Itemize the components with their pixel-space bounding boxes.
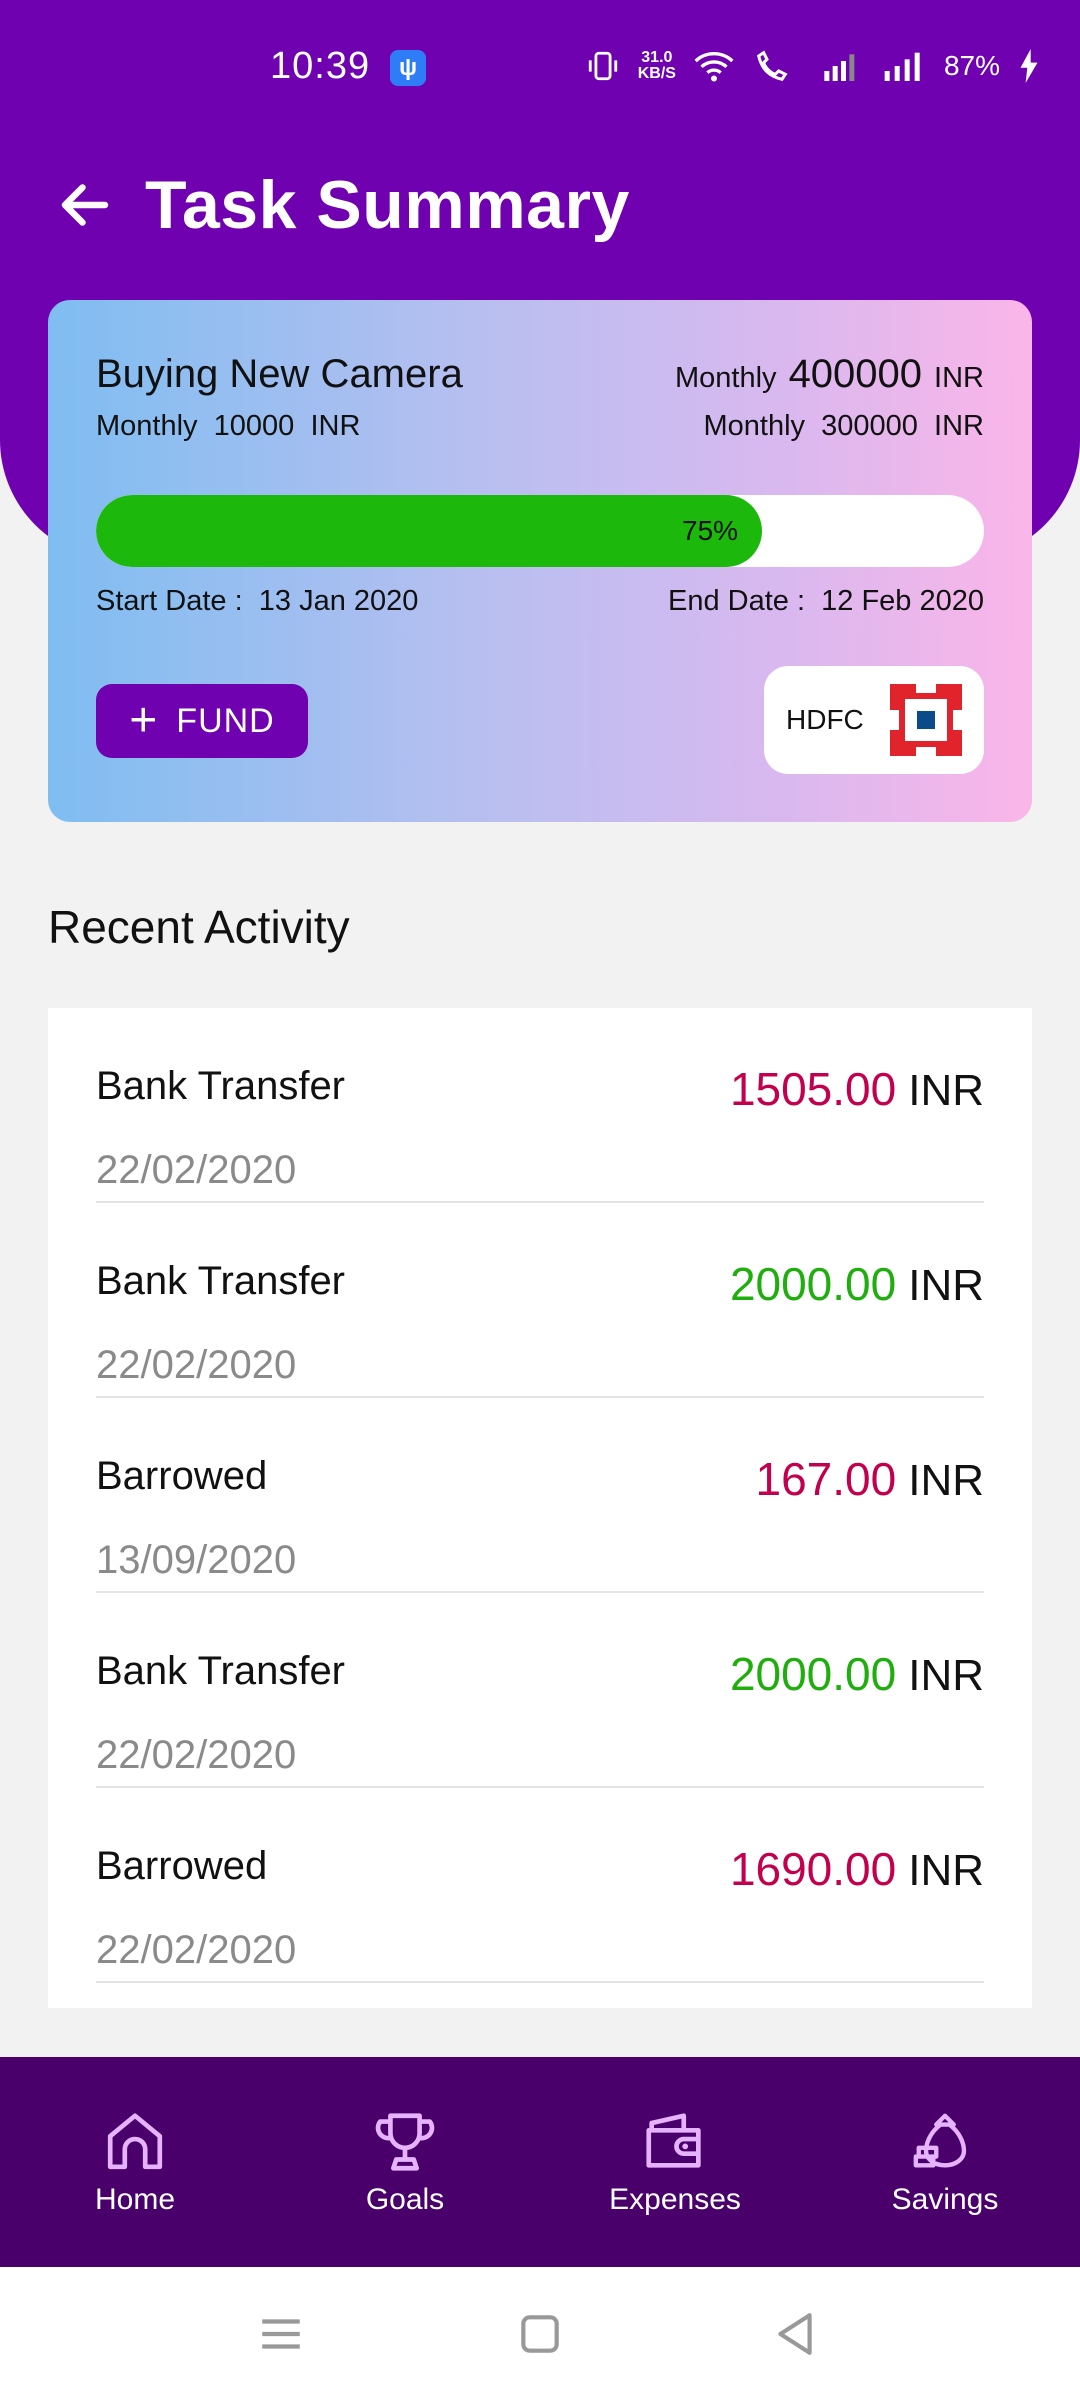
task-monthly-amount: Monthly 10000 INR — [96, 410, 361, 442]
progress-bar: 75% — [96, 495, 984, 567]
nav-item-goals[interactable]: Goals — [270, 2057, 540, 2267]
activity-date: 13/09/2020 — [96, 1538, 297, 1582]
wifi-icon — [694, 52, 734, 82]
nav-item-savings[interactable]: Savings — [810, 2057, 1080, 2267]
activity-row[interactable]: Barrowed 13/09/2020 167.00 INR — [96, 1398, 984, 1593]
activity-row[interactable]: Bank Transfer 22/02/2020 1505.00 INR — [96, 1008, 984, 1203]
home-icon — [107, 2113, 163, 2170]
activity-amount: 2000.00 INR — [729, 1648, 984, 1700]
trophy-icon — [375, 2113, 435, 2171]
activity-row[interactable]: Barrowed 22/02/2020 1690.00 INR — [96, 1788, 984, 1983]
back-arrow-icon[interactable] — [55, 175, 115, 235]
task-saved-amount: Monthly 300000 INR — [703, 410, 984, 442]
fund-button[interactable]: + FUND — [96, 684, 308, 758]
vibrate-icon — [588, 51, 617, 81]
status-time: 10:39 — [270, 45, 371, 87]
nav-item-home[interactable]: Home — [0, 2057, 270, 2267]
recent-activity-list: Bank Transfer 22/02/2020 1505.00 INR Ban… — [48, 1008, 1032, 2008]
status-icons: 31.0 KB/S 87% — [586, 44, 1040, 88]
bank-name: HDFC — [786, 704, 864, 735]
hdfc-logo-icon — [890, 684, 962, 756]
activity-date: 22/02/2020 — [96, 1928, 297, 1972]
title-row: Task Summary — [55, 160, 630, 250]
plus-icon: + — [129, 694, 159, 747]
end-date: End Date : 12 Feb 2020 — [667, 585, 984, 617]
activity-title: Bank Transfer — [96, 1064, 346, 1108]
activity-date: 22/02/2020 — [96, 1343, 297, 1387]
activity-amount: 167.00 INR — [755, 1453, 984, 1505]
bottom-nav: Home Goals Expenses Savings — [0, 2057, 1080, 2267]
activity-title: Barrowed — [96, 1844, 268, 1888]
usb-icon: ψ — [390, 50, 426, 86]
activity-amount: 1690.00 INR — [729, 1843, 984, 1895]
charging-icon — [1020, 49, 1038, 83]
battery-level: 87% — [943, 50, 1000, 81]
bank-chip[interactable]: HDFC — [764, 666, 984, 774]
start-date: Start Date : 13 Jan 2020 — [96, 585, 419, 617]
system-nav-bar — [0, 2267, 1080, 2400]
signal-icon-2 — [884, 52, 920, 81]
fund-button-label: FUND — [176, 701, 275, 740]
activity-row[interactable]: Bank Transfer 22/02/2020 2000.00 INR — [96, 1593, 984, 1788]
activity-amount: 2000.00 INR — [729, 1258, 984, 1310]
activity-amount: 1505.00 INR — [729, 1063, 984, 1115]
recent-apps-icon[interactable] — [256, 2309, 306, 2359]
activity-title: Barrowed — [96, 1454, 268, 1498]
back-button-icon[interactable] — [770, 2309, 820, 2359]
nav-item-expenses[interactable]: Expenses — [540, 2057, 810, 2267]
signal-icon-1 — [824, 54, 855, 81]
status-bar: 10:39 ψ 31.0 KB/S 87% — [0, 0, 1080, 130]
activity-title: Bank Transfer — [96, 1649, 346, 1693]
activity-title: Bank Transfer — [96, 1259, 346, 1303]
wallet-icon — [646, 2113, 701, 2168]
task-card[interactable]: Buying New Camera Monthly 10000 INR Mont… — [48, 300, 1032, 822]
progress-fill — [96, 495, 762, 567]
page-title: Task Summary — [145, 167, 630, 243]
task-name: Buying New Camera — [96, 352, 463, 396]
home-button-icon[interactable] — [515, 2309, 565, 2359]
activity-row[interactable]: Bank Transfer 22/02/2020 2000.00 INR — [96, 1203, 984, 1398]
progress-label: 75% — [682, 515, 739, 546]
activity-date: 22/02/2020 — [96, 1148, 297, 1192]
money-bag-icon — [913, 2113, 967, 2168]
recent-activity-title: Recent Activity — [48, 901, 350, 953]
task-target-amount: Monthly 400000 INR — [675, 352, 984, 396]
wifi-calling-icon — [756, 50, 788, 82]
network-speed: 31.0 KB/S — [637, 49, 676, 82]
activity-date: 22/02/2020 — [96, 1733, 297, 1777]
